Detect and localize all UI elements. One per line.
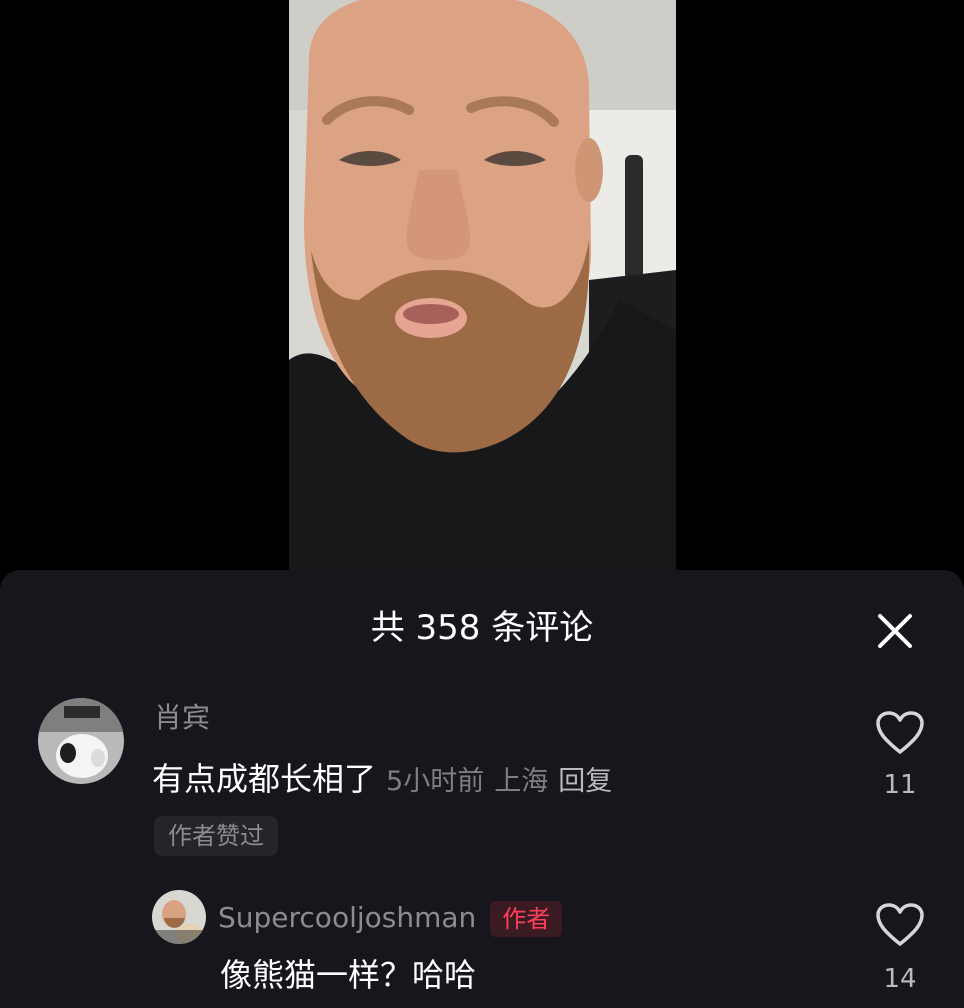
heart-outline-icon <box>876 711 924 754</box>
comment-time: 5小时前 <box>386 766 485 797</box>
comment-username[interactable]: 肖宾 <box>154 702 210 734</box>
comments-panel: 共 358 条评论 肖宾 有点成都长相了 5小时前 上海 回复 作者赞过 11 … <box>0 570 964 1008</box>
like-count: 11 <box>883 770 917 800</box>
video-frame <box>289 0 676 572</box>
reply-username-row: Supercooljoshman 作者 <box>218 900 563 937</box>
reply-text: 像熊猫一样？哈哈 <box>220 956 477 994</box>
like-count: 14 <box>883 964 917 994</box>
close-button[interactable] <box>872 608 918 654</box>
avatar[interactable] <box>38 698 124 784</box>
like-button[interactable] <box>875 902 925 948</box>
heart-outline-icon <box>876 903 924 946</box>
author-badge: 作者 <box>490 901 563 937</box>
avatar-image <box>38 698 124 784</box>
comments-count-title: 共 358 条评论 <box>370 608 594 648</box>
avatar[interactable] <box>152 890 206 944</box>
close-icon <box>878 614 912 648</box>
like-button[interactable] <box>875 710 925 756</box>
comment-location: 上海 <box>494 766 549 797</box>
reply-button[interactable]: 回复 <box>558 766 612 797</box>
comment-text: 有点成都长相了 5小时前 上海 回复 <box>152 760 612 801</box>
avatar-image <box>152 890 206 944</box>
comment-body: 有点成都长相了 <box>152 760 377 798</box>
video-still-image <box>289 0 676 572</box>
video-player[interactable] <box>0 0 964 572</box>
reply-username[interactable]: Supercooljoshman <box>218 901 476 934</box>
liked-by-author-badge: 作者赞过 <box>154 816 278 856</box>
